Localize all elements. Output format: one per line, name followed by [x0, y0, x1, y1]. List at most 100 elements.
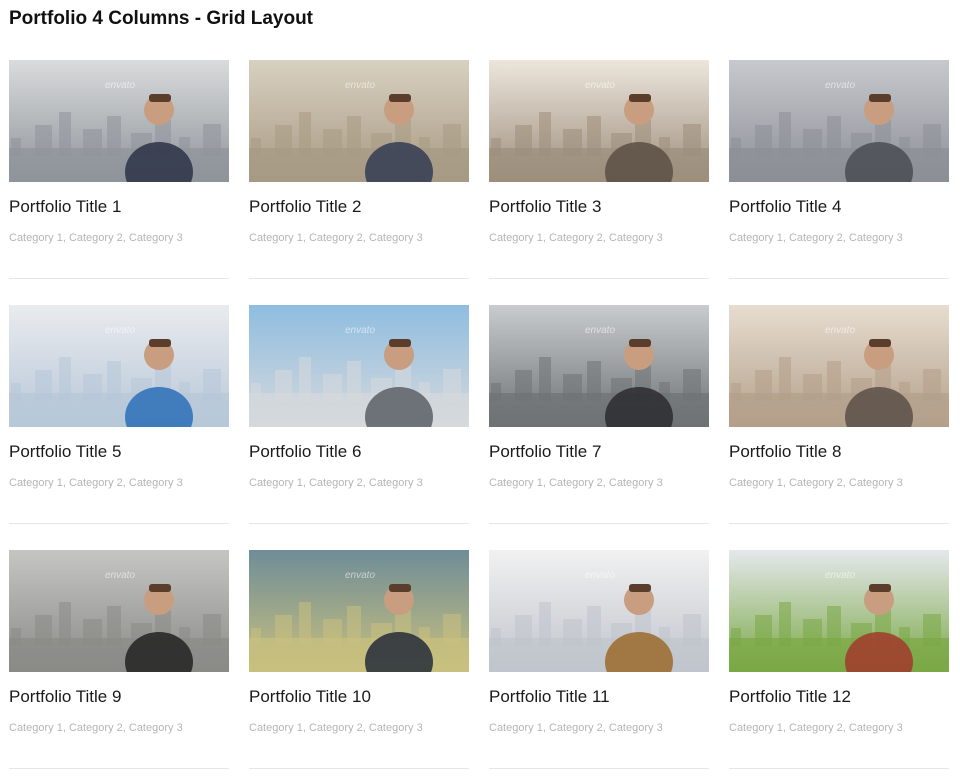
man-tablet-screens-photo: envato — [489, 305, 709, 427]
portfolio-item: envato Portfolio Title 12 Category 1, Cate… — [729, 550, 949, 769]
portfolio-title-link[interactable]: Portfolio Title 1 — [9, 197, 121, 217]
category-link[interactable]: Category 1 — [489, 232, 543, 244]
portfolio-thumbnail-link[interactable]: envato — [489, 305, 709, 427]
page-title: Portfolio 4 Columns - Grid Layout — [9, 8, 313, 29]
portfolio-item: envato Portfolio Title 6 Category 1, Categ… — [249, 305, 469, 524]
portfolio-item: envato Portfolio Title 8 Category 1, Categ… — [729, 305, 949, 524]
man-umbrella-sketch-photo: envato — [9, 550, 229, 672]
laptop-hot-air-balloon-photo: envato — [729, 305, 949, 427]
category-link[interactable]: Category 2 — [549, 477, 603, 489]
category-link[interactable]: Category 2 — [309, 477, 363, 489]
category-link[interactable]: Category 3 — [849, 722, 903, 734]
category-link[interactable]: Category 3 — [609, 477, 663, 489]
portfolio-title-link[interactable]: Portfolio Title 7 — [489, 442, 601, 462]
category-link[interactable]: Category 2 — [69, 477, 123, 489]
category-link[interactable]: Category 3 — [129, 722, 183, 734]
item-divider — [9, 523, 229, 524]
category-link[interactable]: Category 1 — [489, 477, 543, 489]
category-link[interactable]: Category 3 — [849, 232, 903, 244]
item-divider — [9, 278, 229, 279]
item-divider — [729, 278, 949, 279]
category-link[interactable]: Category 1 — [249, 477, 303, 489]
portfolio-item: envato Portfolio Title 10 Category 1, Cate… — [249, 550, 469, 769]
portfolio-item: envato Portfolio Title 4 Category 1, Categ… — [729, 60, 949, 279]
svg-text:envato: envato — [105, 325, 135, 336]
portfolio-thumbnail-link[interactable]: envato — [249, 305, 469, 427]
category-link[interactable]: Category 1 — [489, 722, 543, 734]
portfolio-title-link[interactable]: Portfolio Title 6 — [249, 442, 361, 462]
svg-text:envato: envato — [345, 570, 375, 581]
svg-text:envato: envato — [825, 325, 855, 336]
growth-arrow-businessman-photo: envato — [249, 550, 469, 672]
portfolio-title-link[interactable]: Portfolio Title 8 — [729, 442, 841, 462]
portfolio-item: envato Portfolio Title 9 Category 1, Categ… — [9, 550, 229, 769]
portfolio-title-link[interactable]: Portfolio Title 5 — [9, 442, 121, 462]
category-link[interactable]: Category 1 — [729, 722, 783, 734]
portfolio-item: envato Portfolio Title 5 Category 1, Categ… — [9, 305, 229, 524]
portfolio-title-link[interactable]: Portfolio Title 10 — [249, 687, 371, 707]
portfolio-thumbnail-link[interactable]: envato — [489, 550, 709, 672]
category-list: Category 1, Category 2, Category 3 — [9, 231, 183, 245]
cyclist-on-rock-photo: envato — [489, 60, 709, 182]
category-link[interactable]: Category 2 — [69, 232, 123, 244]
relaxing-man-skyline-photo: envato — [249, 305, 469, 427]
category-list: Category 1, Category 2, Category 3 — [249, 476, 423, 490]
category-link[interactable]: Category 2 — [309, 722, 363, 734]
portfolio-title-link[interactable]: Portfolio Title 4 — [729, 197, 841, 217]
category-link[interactable]: Category 2 — [549, 232, 603, 244]
category-list: Category 1, Category 2, Category 3 — [489, 476, 663, 490]
svg-text:envato: envato — [825, 80, 855, 91]
category-link[interactable]: Category 3 — [129, 477, 183, 489]
category-list: Category 1, Category 2, Category 3 — [729, 476, 903, 490]
portfolio-title-link[interactable]: Portfolio Title 9 — [9, 687, 121, 707]
portfolio-thumbnail-link[interactable]: envato — [489, 60, 709, 182]
category-link[interactable]: Category 3 — [369, 232, 423, 244]
portfolio-thumbnail-link[interactable]: envato — [9, 305, 229, 427]
portfolio-thumbnail-link[interactable]: envato — [9, 60, 229, 182]
portfolio-thumbnail-link[interactable]: envato — [729, 60, 949, 182]
portfolio-title-link[interactable]: Portfolio Title 12 — [729, 687, 851, 707]
portfolio-thumbnail-link[interactable]: envato — [729, 550, 949, 672]
tablet-chart-meeting-photo: envato — [9, 305, 229, 427]
item-divider — [249, 768, 469, 769]
category-link[interactable]: Category 3 — [609, 232, 663, 244]
category-list: Category 1, Category 2, Category 3 — [729, 721, 903, 735]
category-link[interactable]: Category 3 — [129, 232, 183, 244]
portfolio-thumbnail-link[interactable]: envato — [729, 305, 949, 427]
hiker-green-field-city-photo: envato — [729, 550, 949, 672]
portfolio-thumbnail-link[interactable]: envato — [249, 550, 469, 672]
svg-text:envato: envato — [585, 325, 615, 336]
category-link[interactable]: Category 1 — [249, 722, 303, 734]
category-link[interactable]: Category 3 — [849, 477, 903, 489]
man-with-pipe-typewriter-photo: envato — [249, 60, 469, 182]
category-link[interactable]: Category 3 — [609, 722, 663, 734]
portfolio-thumbnail-link[interactable]: envato — [249, 60, 469, 182]
category-link[interactable]: Category 3 — [369, 722, 423, 734]
category-link[interactable]: Category 2 — [789, 232, 843, 244]
svg-text:envato: envato — [105, 80, 135, 91]
category-link[interactable]: Category 1 — [729, 477, 783, 489]
category-list: Category 1, Category 2, Category 3 — [249, 721, 423, 735]
category-link[interactable]: Category 2 — [309, 232, 363, 244]
svg-text:envato: envato — [825, 570, 855, 581]
portfolio-item: envato Portfolio Title 7 Category 1, Categ… — [489, 305, 709, 524]
portfolio-title-link[interactable]: Portfolio Title 11 — [489, 687, 610, 707]
category-link[interactable]: Category 2 — [789, 477, 843, 489]
portfolio-item: envato Portfolio Title 2 Category 1, Categ… — [249, 60, 469, 279]
portfolio-title-link[interactable]: Portfolio Title 2 — [249, 197, 361, 217]
svg-text:envato: envato — [105, 570, 135, 581]
svg-text:envato: envato — [585, 80, 615, 91]
category-list: Category 1, Category 2, Category 3 — [729, 231, 903, 245]
portfolio-thumbnail-link[interactable]: envato — [9, 550, 229, 672]
category-link[interactable]: Category 1 — [9, 722, 63, 734]
category-link[interactable]: Category 1 — [729, 232, 783, 244]
category-link[interactable]: Category 3 — [369, 477, 423, 489]
category-link[interactable]: Category 1 — [249, 232, 303, 244]
category-link[interactable]: Category 2 — [549, 722, 603, 734]
category-link[interactable]: Category 2 — [69, 722, 123, 734]
portfolio-title-link[interactable]: Portfolio Title 3 — [489, 197, 601, 217]
item-divider — [489, 278, 709, 279]
category-link[interactable]: Category 1 — [9, 232, 63, 244]
category-link[interactable]: Category 1 — [9, 477, 63, 489]
category-link[interactable]: Category 2 — [789, 722, 843, 734]
